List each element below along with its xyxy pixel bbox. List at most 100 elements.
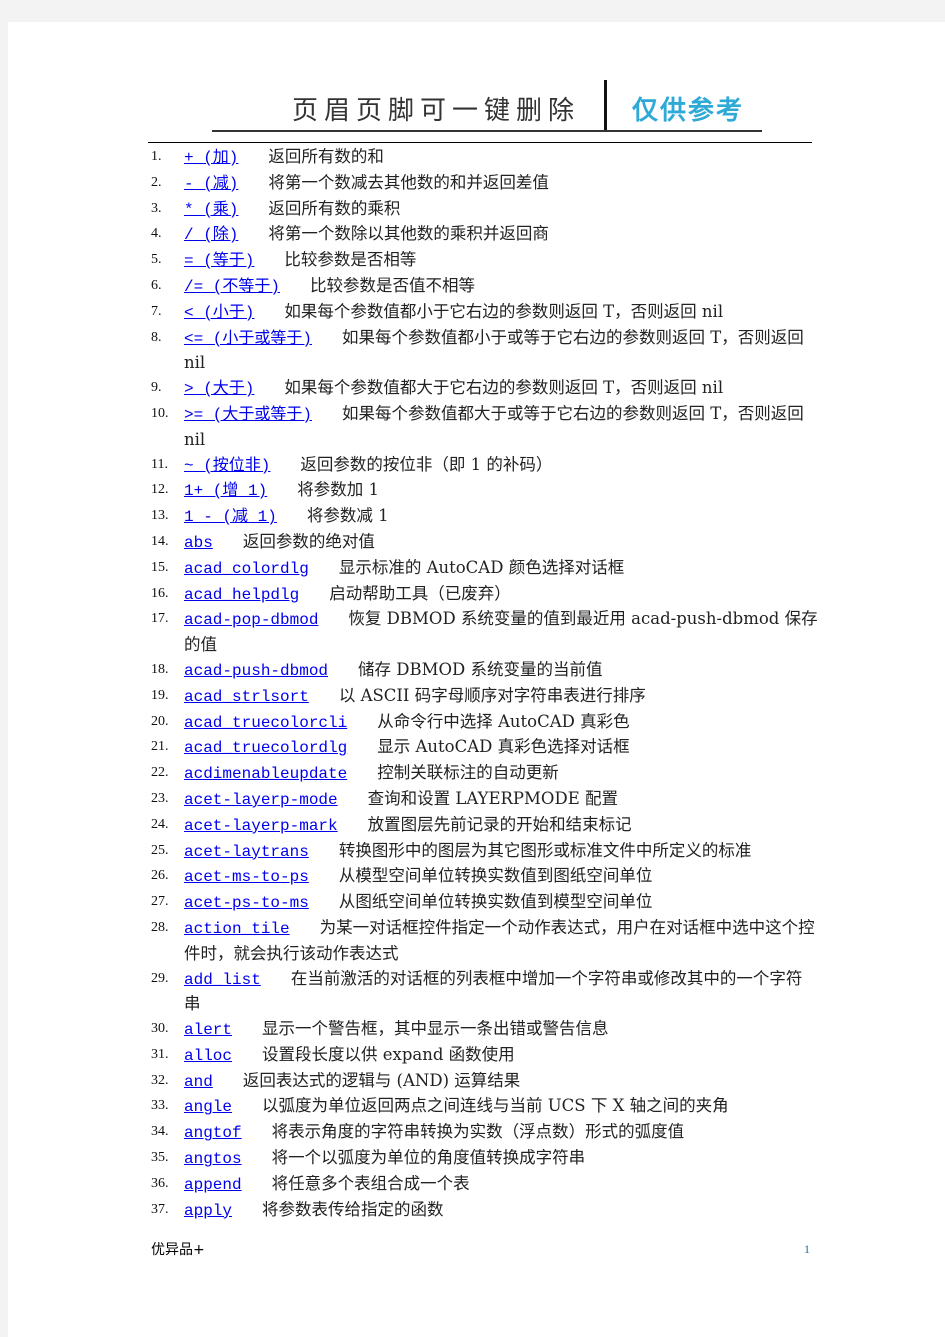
item-body: 1+ (增 1) 将参数加 1 bbox=[184, 478, 818, 504]
function-description: 显示标准的 AutoCAD 颜色选择对话框 bbox=[338, 557, 625, 577]
function-description: 显示 AutoCAD 真彩色选择对话框 bbox=[377, 737, 630, 757]
function-link[interactable]: acad_strlsort bbox=[184, 688, 309, 706]
function-description: 在当前激活的对话框的列表框中增加一个字符串或修改其中的一个字符串 bbox=[184, 968, 803, 1014]
document-page: 页眉页脚可一键删除 仅供参考 1. + (加) 返回所有数的和 2. - (减) 将第一… bbox=[8, 22, 945, 1337]
list-item: 20. acad_truecolorcli 从命令行中选择 AutoCAD 真彩色 bbox=[148, 710, 818, 736]
item-body: abs 返回参数的绝对值 bbox=[184, 530, 818, 556]
item-number: 8. bbox=[151, 329, 162, 345]
function-link[interactable]: - (减) bbox=[184, 175, 238, 193]
item-number: 18. bbox=[151, 661, 169, 677]
function-link[interactable]: > (大于) bbox=[184, 380, 254, 398]
list-item: 26. acet-ms-to-ps 从模型空间单位转换实数值到图纸空间单位 bbox=[148, 864, 818, 890]
item-body: angle 以弧度为单位返回两点之间连线与当前 UCS 下 X 轴之间的夹角 bbox=[184, 1094, 818, 1120]
header-title: 页眉页脚可一键删除 bbox=[292, 96, 581, 126]
function-link[interactable]: /= (不等于) bbox=[184, 278, 280, 296]
function-link[interactable]: angtos bbox=[184, 1150, 242, 1168]
function-link[interactable]: alloc bbox=[184, 1047, 232, 1065]
function-link[interactable]: acet-ms-to-ps bbox=[184, 868, 309, 886]
item-number: 14. bbox=[151, 533, 169, 549]
item-number: 13. bbox=[151, 508, 169, 524]
item-number: 23. bbox=[151, 790, 169, 806]
function-link[interactable]: acad_truecolorcli bbox=[184, 714, 347, 732]
item-body: = (等于) 比较参数是否相等 bbox=[184, 248, 818, 274]
function-link[interactable]: >= (大于或等于) bbox=[184, 406, 312, 424]
list-item: 23. acet-layerp-mode 查询和设置 LAYERPMODE 配置 bbox=[148, 787, 818, 813]
function-link[interactable]: <= (小于或等于) bbox=[184, 330, 312, 348]
function-description: 比较参数是否相等 bbox=[284, 250, 417, 270]
function-description: 从图纸空间单位转换实数值到模型空间单位 bbox=[338, 892, 653, 912]
item-number: 11. bbox=[151, 456, 168, 472]
function-list: 1. + (加) 返回所有数的和 2. - (减) 将第一个数减去其他数的和并返回差值 3… bbox=[148, 145, 818, 1223]
item-number: 28. bbox=[151, 919, 169, 935]
function-link[interactable]: acet-layerp-mode bbox=[184, 791, 338, 809]
function-link[interactable]: action_tile bbox=[184, 920, 290, 938]
function-description: 以弧度为单位返回两点之间连线与当前 UCS 下 X 轴之间的夹角 bbox=[262, 1096, 729, 1116]
function-link[interactable]: / (除) bbox=[184, 226, 238, 244]
function-description: 储存 DBMOD 系统变量的当前值 bbox=[358, 659, 603, 679]
item-body: /= (不等于) 比较参数是否值不相等 bbox=[184, 274, 818, 300]
function-description: 返回所有数的和 bbox=[268, 147, 384, 166]
item-body: >= (大于或等于) 如果每个参数值都大于或等于它右边的参数则返回 T，否则返回 … bbox=[184, 402, 818, 453]
function-link[interactable]: abs bbox=[184, 534, 213, 552]
item-body: acad-pop-dbmod 恢复 DBMOD 系统变量的值到最近用 acad-p… bbox=[184, 607, 818, 658]
function-link[interactable]: acet-laytrans bbox=[184, 843, 309, 861]
header-divider bbox=[604, 80, 607, 132]
function-link[interactable]: acet-ps-to-ms bbox=[184, 894, 309, 912]
item-number: 15. bbox=[151, 559, 169, 575]
item-number: 6. bbox=[151, 277, 162, 293]
function-description: 将第一个数除以其他数的乘积并返回商 bbox=[268, 224, 549, 244]
function-description: 将表示角度的字符串转换为实数（浮点数）形式的弧度值 bbox=[271, 1122, 685, 1142]
function-link[interactable]: and bbox=[184, 1073, 213, 1091]
item-number: 10. bbox=[151, 405, 169, 421]
function-link[interactable]: acdimenableupdate bbox=[184, 765, 347, 783]
item-number: 35. bbox=[151, 1150, 169, 1166]
function-link[interactable]: = (等于) bbox=[184, 252, 254, 270]
list-item: 10. >= (大于或等于) 如果每个参数值都大于或等于它右边的参数则返回 T，否则… bbox=[148, 402, 818, 453]
function-link[interactable]: * (乘) bbox=[184, 201, 238, 219]
list-item: 18. acad-push-dbmod 储存 DBMOD 系统变量的当前值 bbox=[148, 658, 818, 684]
list-item: 24. acet-layerp-mark 放置图层先前记录的开始和结束标记 bbox=[148, 813, 818, 839]
function-link[interactable]: acad_helpdlg bbox=[184, 586, 299, 604]
item-number: 37. bbox=[151, 1201, 169, 1217]
list-item: 21. acad_truecolordlg 显示 AutoCAD 真彩色选择对话框 bbox=[148, 735, 818, 761]
function-description: 放置图层先前记录的开始和结束标记 bbox=[367, 814, 632, 834]
item-number: 5. bbox=[151, 252, 162, 268]
function-link[interactable]: 1 - (减 1) bbox=[184, 508, 277, 526]
list-item: 7. < (小于) 如果每个参数值都小于它右边的参数则返回 T，否则返回 nil bbox=[148, 300, 818, 326]
function-link[interactable]: add_list bbox=[184, 971, 261, 989]
item-body: > (大于) 如果每个参数值都大于它右边的参数则返回 T，否则返回 nil bbox=[184, 376, 818, 402]
function-description: 比较参数是否值不相等 bbox=[310, 275, 476, 295]
function-link[interactable]: apply bbox=[184, 1202, 232, 1220]
function-description: 控制关联标注的自动更新 bbox=[377, 763, 559, 783]
list-item: 35. angtos 将一个以弧度为单位的角度值转换成字符串 bbox=[148, 1146, 818, 1172]
function-link[interactable]: acad-pop-dbmod bbox=[184, 611, 318, 629]
function-link[interactable]: angtof bbox=[184, 1124, 242, 1142]
function-link[interactable]: acad_colordlg bbox=[184, 560, 309, 578]
item-body: acad-push-dbmod 储存 DBMOD 系统变量的当前值 bbox=[184, 658, 818, 684]
item-body: acdimenableupdate 控制关联标注的自动更新 bbox=[184, 761, 818, 787]
function-link[interactable]: 1+ (增 1) bbox=[184, 482, 267, 500]
item-body: acad_colordlg 显示标准的 AutoCAD 颜色选择对话框 bbox=[184, 556, 818, 582]
item-body: alloc 设置段长度以供 expand 函数使用 bbox=[184, 1043, 818, 1069]
function-link[interactable]: ~ (按位非) bbox=[184, 457, 270, 475]
list-item: 17. acad-pop-dbmod 恢复 DBMOD 系统变量的值到最近用 aca… bbox=[148, 607, 818, 658]
function-link[interactable]: + (加) bbox=[184, 149, 238, 167]
function-link[interactable]: < (小于) bbox=[184, 304, 254, 322]
item-number: 12. bbox=[151, 482, 169, 498]
function-link[interactable]: acad_truecolordlg bbox=[184, 739, 347, 757]
function-link[interactable]: append bbox=[184, 1176, 242, 1194]
list-item: 6. /= (不等于) 比较参数是否值不相等 bbox=[148, 274, 818, 300]
function-link[interactable]: acad-push-dbmod bbox=[184, 662, 328, 680]
item-body: < (小于) 如果每个参数值都小于它右边的参数则返回 T，否则返回 nil bbox=[184, 300, 818, 326]
item-number: 1. bbox=[151, 149, 162, 164]
function-description: 如果每个参数值都大于它右边的参数则返回 T，否则返回 nil bbox=[284, 378, 724, 398]
list-item: 19. acad_strlsort 以 ASCII 码字母顺序对字符串表进行排序 bbox=[148, 684, 818, 710]
item-body: <= (小于或等于) 如果每个参数值都小于或等于它右边的参数则返回 T，否则返回 … bbox=[184, 326, 818, 377]
footer-label: 优异品+ bbox=[151, 1242, 205, 1258]
list-item: 4. / (除) 将第一个数除以其他数的乘积并返回商 bbox=[148, 222, 818, 248]
item-number: 33. bbox=[151, 1098, 169, 1114]
function-link[interactable]: angle bbox=[184, 1098, 232, 1116]
function-link[interactable]: acet-layerp-mark bbox=[184, 817, 338, 835]
function-link[interactable]: alert bbox=[184, 1021, 232, 1039]
header-banner: 页眉页脚可一键删除 仅供参考 bbox=[212, 80, 762, 132]
